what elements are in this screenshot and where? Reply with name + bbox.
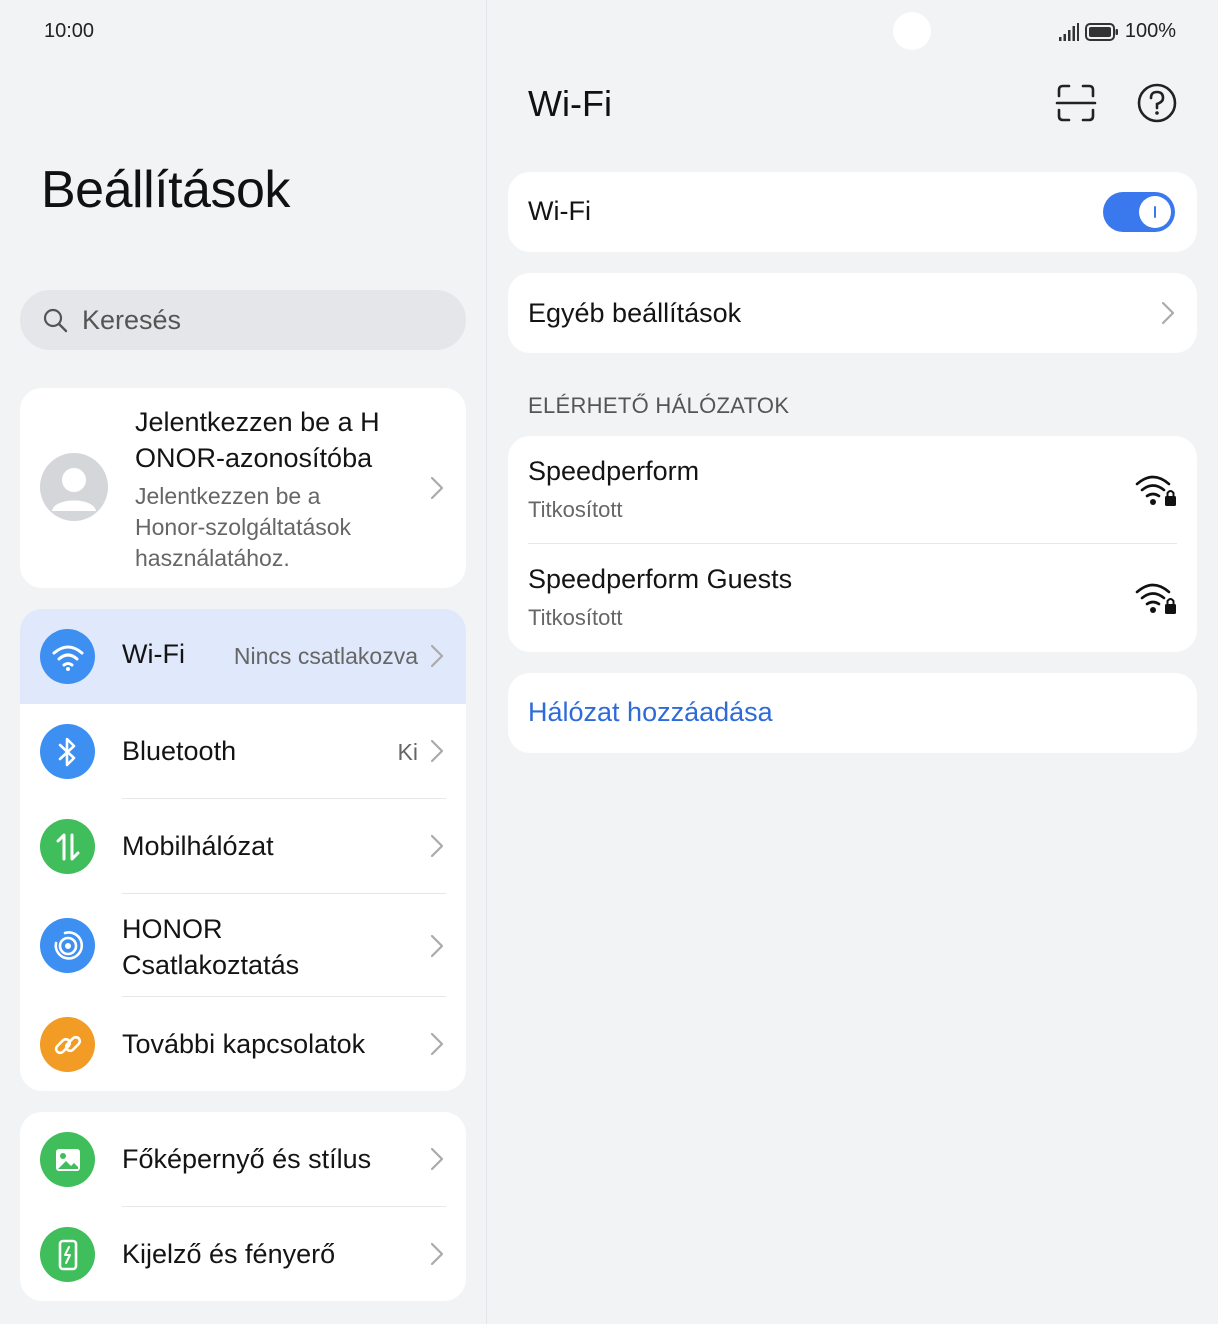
settings-screen: 10:00 100% Beállítások Keresés Jelentkez… xyxy=(0,0,1218,1324)
chevron-right-icon xyxy=(430,739,444,763)
sidebar-item-label: Mobilhálózat xyxy=(122,831,274,861)
sidebar-item-mobile-network[interactable]: Mobilhálózat xyxy=(20,799,466,894)
bluetooth-icon xyxy=(40,724,95,779)
sidebar-item-more-connections[interactable]: További kapcsolatok xyxy=(20,997,466,1091)
wifi-toggle-label: Wi-Fi xyxy=(528,196,591,226)
detail-title: Wi-Fi xyxy=(528,83,612,124)
connectivity-card: Wi-Fi Nincs csatlakozva Bluetooth Ki Mob… xyxy=(20,609,466,1091)
wifi-toggle-card: Wi-Fi xyxy=(508,172,1197,252)
search-icon xyxy=(43,308,68,333)
account-subtitle: Jelentkezzen be a Honor-szolgáltatások h… xyxy=(135,483,352,571)
network-security: Titkosított xyxy=(528,605,623,630)
sidebar-item-label: HONOR Csatlakoztatás xyxy=(122,914,300,980)
sidebar-item-wifi[interactable]: Wi-Fi Nincs csatlakozva xyxy=(20,609,466,704)
network-item[interactable]: Speedperform Titkosított xyxy=(508,436,1197,544)
wifi-status-value: Nincs csatlakozva xyxy=(233,643,418,669)
settings-list-pane: Beállítások Keresés Jelentkezzen be a H … xyxy=(0,0,486,1324)
sidebar-item-label: Wi-Fi xyxy=(122,639,185,669)
wifi-locked-icon xyxy=(1135,583,1176,614)
sidebar-item-bluetooth[interactable]: Bluetooth Ki xyxy=(20,704,466,799)
toggle-knob xyxy=(1139,196,1171,228)
chevron-right-icon xyxy=(430,834,444,858)
sidebar-item-label: Főképernyő és stílus xyxy=(122,1144,372,1174)
available-networks-header: ELÉRHETŐ HÁLÓZATOK xyxy=(528,393,790,418)
mobile-data-icon xyxy=(40,819,95,874)
search-placeholder: Keresés xyxy=(82,304,182,335)
add-network-button[interactable]: Hálózat hozzáadása xyxy=(508,673,1197,753)
sidebar-item-home-screen[interactable]: Főképernyő és stílus xyxy=(20,1112,466,1207)
display-card: Főképernyő és stílus Kijelző és fényerő xyxy=(20,1112,466,1301)
status-indicators: 100% xyxy=(1058,20,1176,43)
wifi-icon xyxy=(40,629,95,684)
wifi-toggle-switch[interactable] xyxy=(1103,192,1175,232)
help-icon[interactable] xyxy=(1136,82,1178,124)
chevron-right-icon xyxy=(430,644,444,668)
network-name: Speedperform xyxy=(528,456,700,486)
pane-divider xyxy=(486,0,487,1324)
wallpaper-icon xyxy=(40,1132,95,1187)
chevron-right-icon xyxy=(430,476,444,500)
signal-icon xyxy=(1058,22,1079,41)
add-network-label: Hálózat hozzáadása xyxy=(528,697,773,727)
scan-icon[interactable] xyxy=(1055,82,1097,124)
display-icon xyxy=(40,1227,95,1282)
other-settings-row[interactable]: Egyéb beállítások xyxy=(508,273,1197,353)
account-title: Jelentkezzen be a H ONOR-azonosítóba xyxy=(135,407,380,473)
account-card[interactable]: Jelentkezzen be a H ONOR-azonosítóba Jel… xyxy=(20,388,466,588)
sidebar-item-label: Bluetooth xyxy=(122,736,237,766)
chevron-right-icon xyxy=(1161,301,1175,325)
search-input[interactable]: Keresés xyxy=(20,290,466,350)
sidebar-item-label: További kapcsolatok xyxy=(122,1029,366,1059)
battery-percentage: 100% xyxy=(1124,20,1176,42)
network-name: Speedperform Guests xyxy=(528,564,793,594)
wifi-locked-icon xyxy=(1135,475,1176,506)
sidebar-item-honor-connect[interactable]: HONOR Csatlakoztatás xyxy=(20,894,466,997)
battery-icon xyxy=(1084,22,1118,41)
link-icon xyxy=(40,1017,95,1072)
chevron-right-icon xyxy=(430,934,444,958)
networks-card: Speedperform Titkosított Speedperform Gu… xyxy=(508,436,1197,652)
other-settings-label: Egyéb beállítások xyxy=(528,298,742,328)
honor-connect-icon xyxy=(40,918,95,973)
chevron-right-icon xyxy=(430,1032,444,1056)
sidebar-item-label: Kijelző és fényerő xyxy=(122,1239,336,1269)
chevron-right-icon xyxy=(430,1242,444,1266)
bluetooth-status-value: Ki xyxy=(397,739,418,765)
sidebar-item-display[interactable]: Kijelző és fényerő xyxy=(20,1207,466,1301)
chevron-right-icon xyxy=(430,1147,444,1171)
page-title: Beállítások xyxy=(41,161,290,219)
network-item[interactable]: Speedperform Guests Titkosított xyxy=(508,544,1197,652)
network-security: Titkosított xyxy=(528,497,623,522)
front-camera xyxy=(893,12,931,50)
avatar-icon xyxy=(40,453,108,521)
